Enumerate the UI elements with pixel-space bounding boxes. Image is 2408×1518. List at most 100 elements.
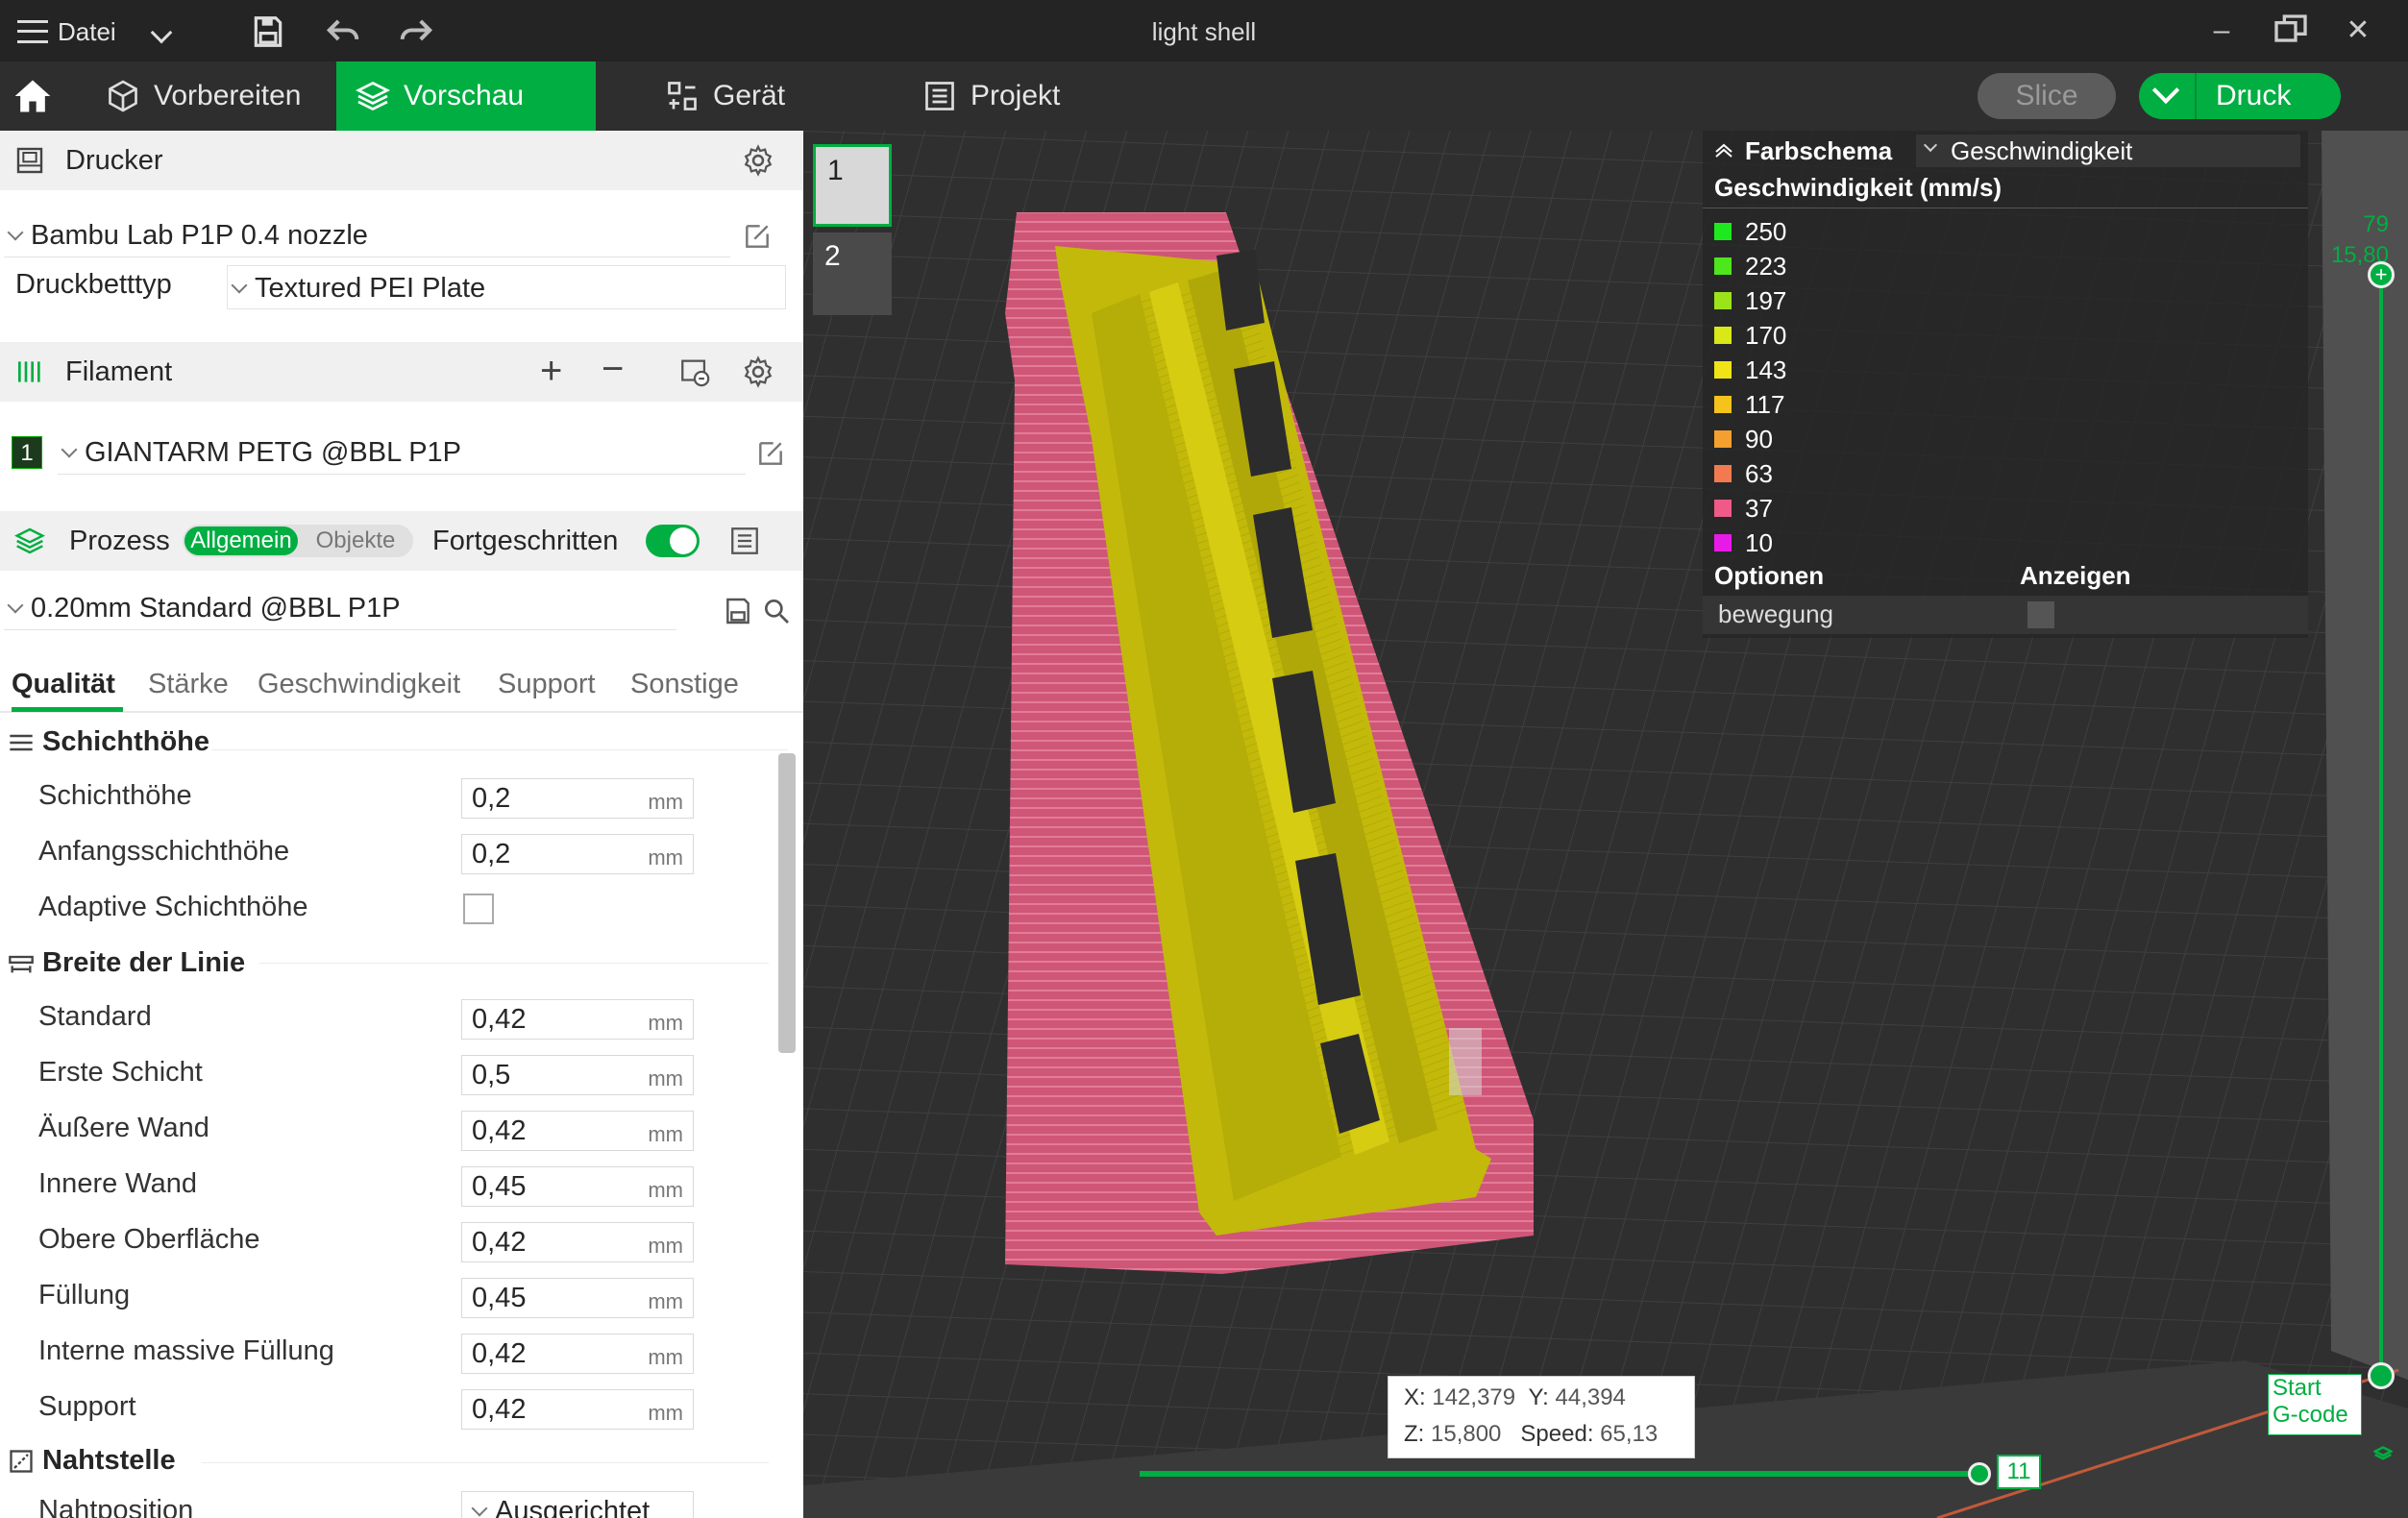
minimize-icon[interactable]: – — [2202, 12, 2241, 50]
gcode-start-line-1: Start — [2273, 1375, 2322, 1401]
legend-swatch — [1714, 534, 1732, 551]
edit-icon[interactable] — [755, 438, 786, 469]
toggle-objects[interactable]: Objekte — [302, 526, 409, 555]
list-icon[interactable] — [728, 525, 761, 557]
toolhead-info-box: X: 142,379 Y: 44,394 Z: 15,800 Speed: 65… — [1388, 1376, 1695, 1458]
layer-height-value: 0,2 — [472, 783, 511, 814]
tab-device[interactable]: Gerät — [646, 61, 876, 131]
option-travel-checkbox[interactable] — [2027, 601, 2054, 628]
line-width-first-layer-value: 0,5 — [472, 1060, 511, 1090]
tab-speed[interactable]: Geschwindigkeit — [258, 669, 460, 700]
process-preset-name: 0.20mm Standard @BBL P1P — [31, 593, 401, 624]
line-width-outer-wall-input[interactable]: 0,42 mm — [461, 1111, 694, 1151]
adaptive-layer-height-checkbox[interactable] — [463, 894, 494, 924]
layer-height-input[interactable]: 0,2 mm — [461, 778, 694, 819]
plate-thumbnail-2[interactable]: 2 — [813, 233, 892, 315]
printer-section-header: Drucker — [0, 131, 803, 190]
option-row-travel[interactable]: bewegung — [1703, 596, 2308, 634]
speed-legend-title: Geschwindigkeit (mm/s) — [1714, 173, 2003, 202]
remove-filament-icon[interactable]: − — [602, 348, 624, 391]
process-scope-toggle[interactable]: Allgemein Objekte — [183, 525, 413, 557]
tab-prepare[interactable]: Vorbereiten — [86, 61, 336, 131]
plate-number-1: 1 — [827, 155, 844, 186]
print-button[interactable]: Druck — [2139, 73, 2341, 119]
process-icon — [13, 527, 46, 554]
initial-layer-height-input[interactable]: 0,2 mm — [461, 834, 694, 874]
color-legend-panel: Farbschema Geschwindigkeit Geschwindigke… — [1703, 131, 2308, 638]
legend-swatch — [1714, 465, 1732, 482]
toggle-global[interactable]: Allgemein — [184, 526, 298, 555]
layers-icon[interactable] — [2373, 1445, 2393, 1464]
legend-value: 170 — [1745, 320, 1787, 350]
group-divider — [211, 749, 788, 750]
layer-slider-track[interactable] — [2379, 273, 2383, 1376]
chevron-down-icon — [7, 224, 24, 241]
seam-position-value: Ausgerichtet — [495, 1496, 651, 1518]
gear-icon[interactable] — [742, 144, 774, 177]
save-icon[interactable] — [723, 596, 753, 626]
collapse-icon[interactable] — [1714, 142, 1733, 158]
row-adaptive-layer-height-label: Adaptive Schichthöhe — [38, 892, 308, 922]
line-width-icon — [9, 955, 34, 972]
tab-preview[interactable]: Vorschau — [336, 61, 596, 131]
tab-preview-label: Vorschau — [404, 80, 525, 111]
settings-scrollbar[interactable] — [778, 753, 796, 1053]
move-slider-value: 11 — [1997, 1455, 2041, 1489]
tab-support[interactable]: Support — [498, 669, 596, 700]
tab-quality[interactable]: Qualität — [12, 669, 115, 700]
line-width-first-layer-input[interactable]: 0,5 mm — [461, 1055, 694, 1095]
unit-label: mm — [648, 1011, 683, 1035]
bed-type-select[interactable]: Textured PEI Plate — [227, 265, 786, 309]
row-line-width-infill-label: Füllung — [38, 1280, 131, 1310]
chevron-down-icon[interactable] — [2139, 73, 2197, 119]
line-width-internal-solid-value: 0,42 — [472, 1338, 527, 1369]
color-scheme-select[interactable]: Geschwindigkeit — [1916, 135, 2300, 167]
plate-thumbnail-1[interactable]: 1 — [813, 144, 892, 227]
line-width-top-surface-input[interactable]: 0,42 mm — [461, 1222, 694, 1262]
plate-edge — [2322, 131, 2408, 1380]
layer-slider-top-handle[interactable]: + — [2368, 261, 2395, 288]
unit-label: mm — [648, 845, 683, 869]
layers-icon — [356, 81, 390, 111]
chevron-down-icon — [1923, 137, 1938, 153]
legend-entry: 10 — [1714, 526, 1773, 559]
legend-swatch — [1714, 327, 1732, 344]
process-preset-select[interactable]: 0.20mm Standard @BBL P1P — [4, 586, 676, 630]
legend-swatch — [1714, 500, 1732, 517]
add-filament-icon[interactable]: + — [540, 350, 562, 393]
sync-filament-icon[interactable] — [678, 355, 711, 388]
tab-project[interactable]: Projekt — [903, 61, 1134, 131]
restore-icon[interactable] — [2272, 12, 2310, 50]
line-width-default-input[interactable]: 0,42 mm — [461, 999, 694, 1040]
move-slider-handle[interactable] — [1968, 1462, 1991, 1485]
line-width-infill-input[interactable]: 0,45 mm — [461, 1278, 694, 1318]
line-width-support-input[interactable]: 0,42 mm — [461, 1389, 694, 1430]
line-width-internal-solid-input[interactable]: 0,42 mm — [461, 1334, 694, 1374]
filament-select[interactable]: GIANTARM PETG @BBL P1P — [58, 430, 746, 475]
close-icon[interactable]: ✕ — [2339, 12, 2377, 50]
row-line-width-outer-wall-label: Äußere Wand — [38, 1113, 209, 1143]
layer-slider-bottom-handle[interactable] — [2368, 1362, 2395, 1389]
group-layer-height: Schichthöhe — [6, 726, 209, 758]
gear-icon[interactable] — [742, 355, 774, 388]
color-scheme-label: Farbschema — [1745, 136, 1893, 165]
line-width-top-surface-value: 0,42 — [472, 1227, 527, 1258]
move-slider-track[interactable] — [1140, 1471, 1979, 1477]
printer-select[interactable]: Bambu Lab P1P 0.4 nozzle — [4, 213, 730, 257]
row-seam-position-label: Nahtposition — [38, 1495, 194, 1518]
nav-bar: Vorbereiten Vorschau Gerät Projekt Slice… — [0, 61, 2408, 131]
home-icon[interactable] — [12, 75, 54, 117]
tab-strength[interactable]: Stärke — [148, 669, 229, 700]
advanced-toggle[interactable] — [646, 525, 700, 557]
search-icon[interactable] — [761, 596, 792, 626]
tab-others[interactable]: Sonstige — [630, 669, 739, 700]
filament-slot-badge[interactable]: 1 — [12, 436, 42, 469]
slice-button[interactable]: Slice — [1978, 73, 2116, 119]
seam-position-select[interactable]: Ausgerichtet — [461, 1491, 694, 1518]
legend-entry: 170 — [1714, 319, 1786, 352]
line-width-inner-wall-input[interactable]: 0,45 mm — [461, 1166, 694, 1207]
3d-preview-viewport[interactable]: 1 2 Farbschema Geschwindigkeit Geschwind… — [803, 131, 2408, 1518]
device-icon — [668, 82, 697, 110]
legend-entry: 117 — [1714, 388, 1784, 421]
edit-icon[interactable] — [742, 221, 773, 252]
